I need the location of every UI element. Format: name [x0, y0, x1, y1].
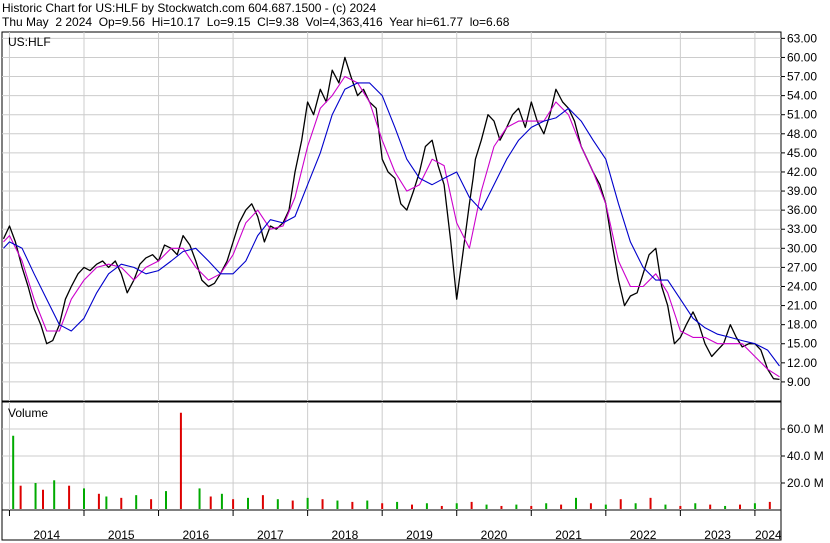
volume-label: Volume — [8, 406, 48, 420]
price-tick-label: 51.00 — [787, 108, 817, 122]
price-axis-ticks: 9.00 12.00 15.00 18.00 21.00 24.00 27.00 30.00 3… — [781, 31, 817, 389]
year-tick-label: 2023 — [704, 528, 731, 542]
stock-chart: 9.00 12.00 15.00 18.00 21.00 24.00 27.00 30.00 3… — [1, 31, 824, 542]
year-tick-label: 2022 — [630, 528, 657, 542]
year-tick-label: 2015 — [108, 528, 135, 542]
price-tick-label: 12.00 — [787, 356, 817, 370]
price-tick-label: 48.00 — [787, 127, 817, 141]
price-tick-label: 15.00 — [787, 337, 817, 351]
year-tick-label: 2014 — [33, 528, 60, 542]
price-tick-label: 27.00 — [787, 260, 817, 274]
price-tick-label: 39.00 — [787, 184, 817, 198]
volume-tick-label: 60.0 M — [787, 422, 824, 436]
price-tick-label: 63.00 — [787, 31, 817, 45]
year-tick-label: 2016 — [182, 528, 209, 542]
volume-axis-ticks: 20.0 M 40.0 M 60.0 M — [781, 422, 824, 490]
year-tick-label: 2024 — [755, 528, 782, 542]
year-tick-label: 2017 — [257, 528, 284, 542]
price-tick-label: 54.00 — [787, 89, 817, 103]
year-tick-label: 2020 — [481, 528, 508, 542]
price-tick-label: 36.00 — [787, 203, 817, 217]
price-tick-label: 42.00 — [787, 165, 817, 179]
year-tick-label: 2019 — [406, 528, 433, 542]
price-tick-label: 9.00 — [787, 375, 811, 389]
price-tick-label: 60.00 — [787, 50, 817, 64]
volume-tick-label: 40.0 M — [787, 449, 824, 463]
year-tick-label: 2018 — [332, 528, 359, 542]
price-tick-label: 45.00 — [787, 146, 817, 160]
price-tick-label: 21.00 — [787, 299, 817, 313]
price-tick-label: 18.00 — [787, 318, 817, 332]
symbol-label: US:HLF — [8, 35, 51, 49]
volume-tick-label: 20.0 M — [787, 476, 824, 490]
price-tick-label: 57.00 — [787, 70, 817, 84]
price-tick-label: 30.00 — [787, 241, 817, 255]
price-tick-label: 24.00 — [787, 279, 817, 293]
price-panel — [1, 31, 782, 402]
price-tick-label: 33.00 — [787, 222, 817, 236]
year-tick-label: 2021 — [555, 528, 582, 542]
